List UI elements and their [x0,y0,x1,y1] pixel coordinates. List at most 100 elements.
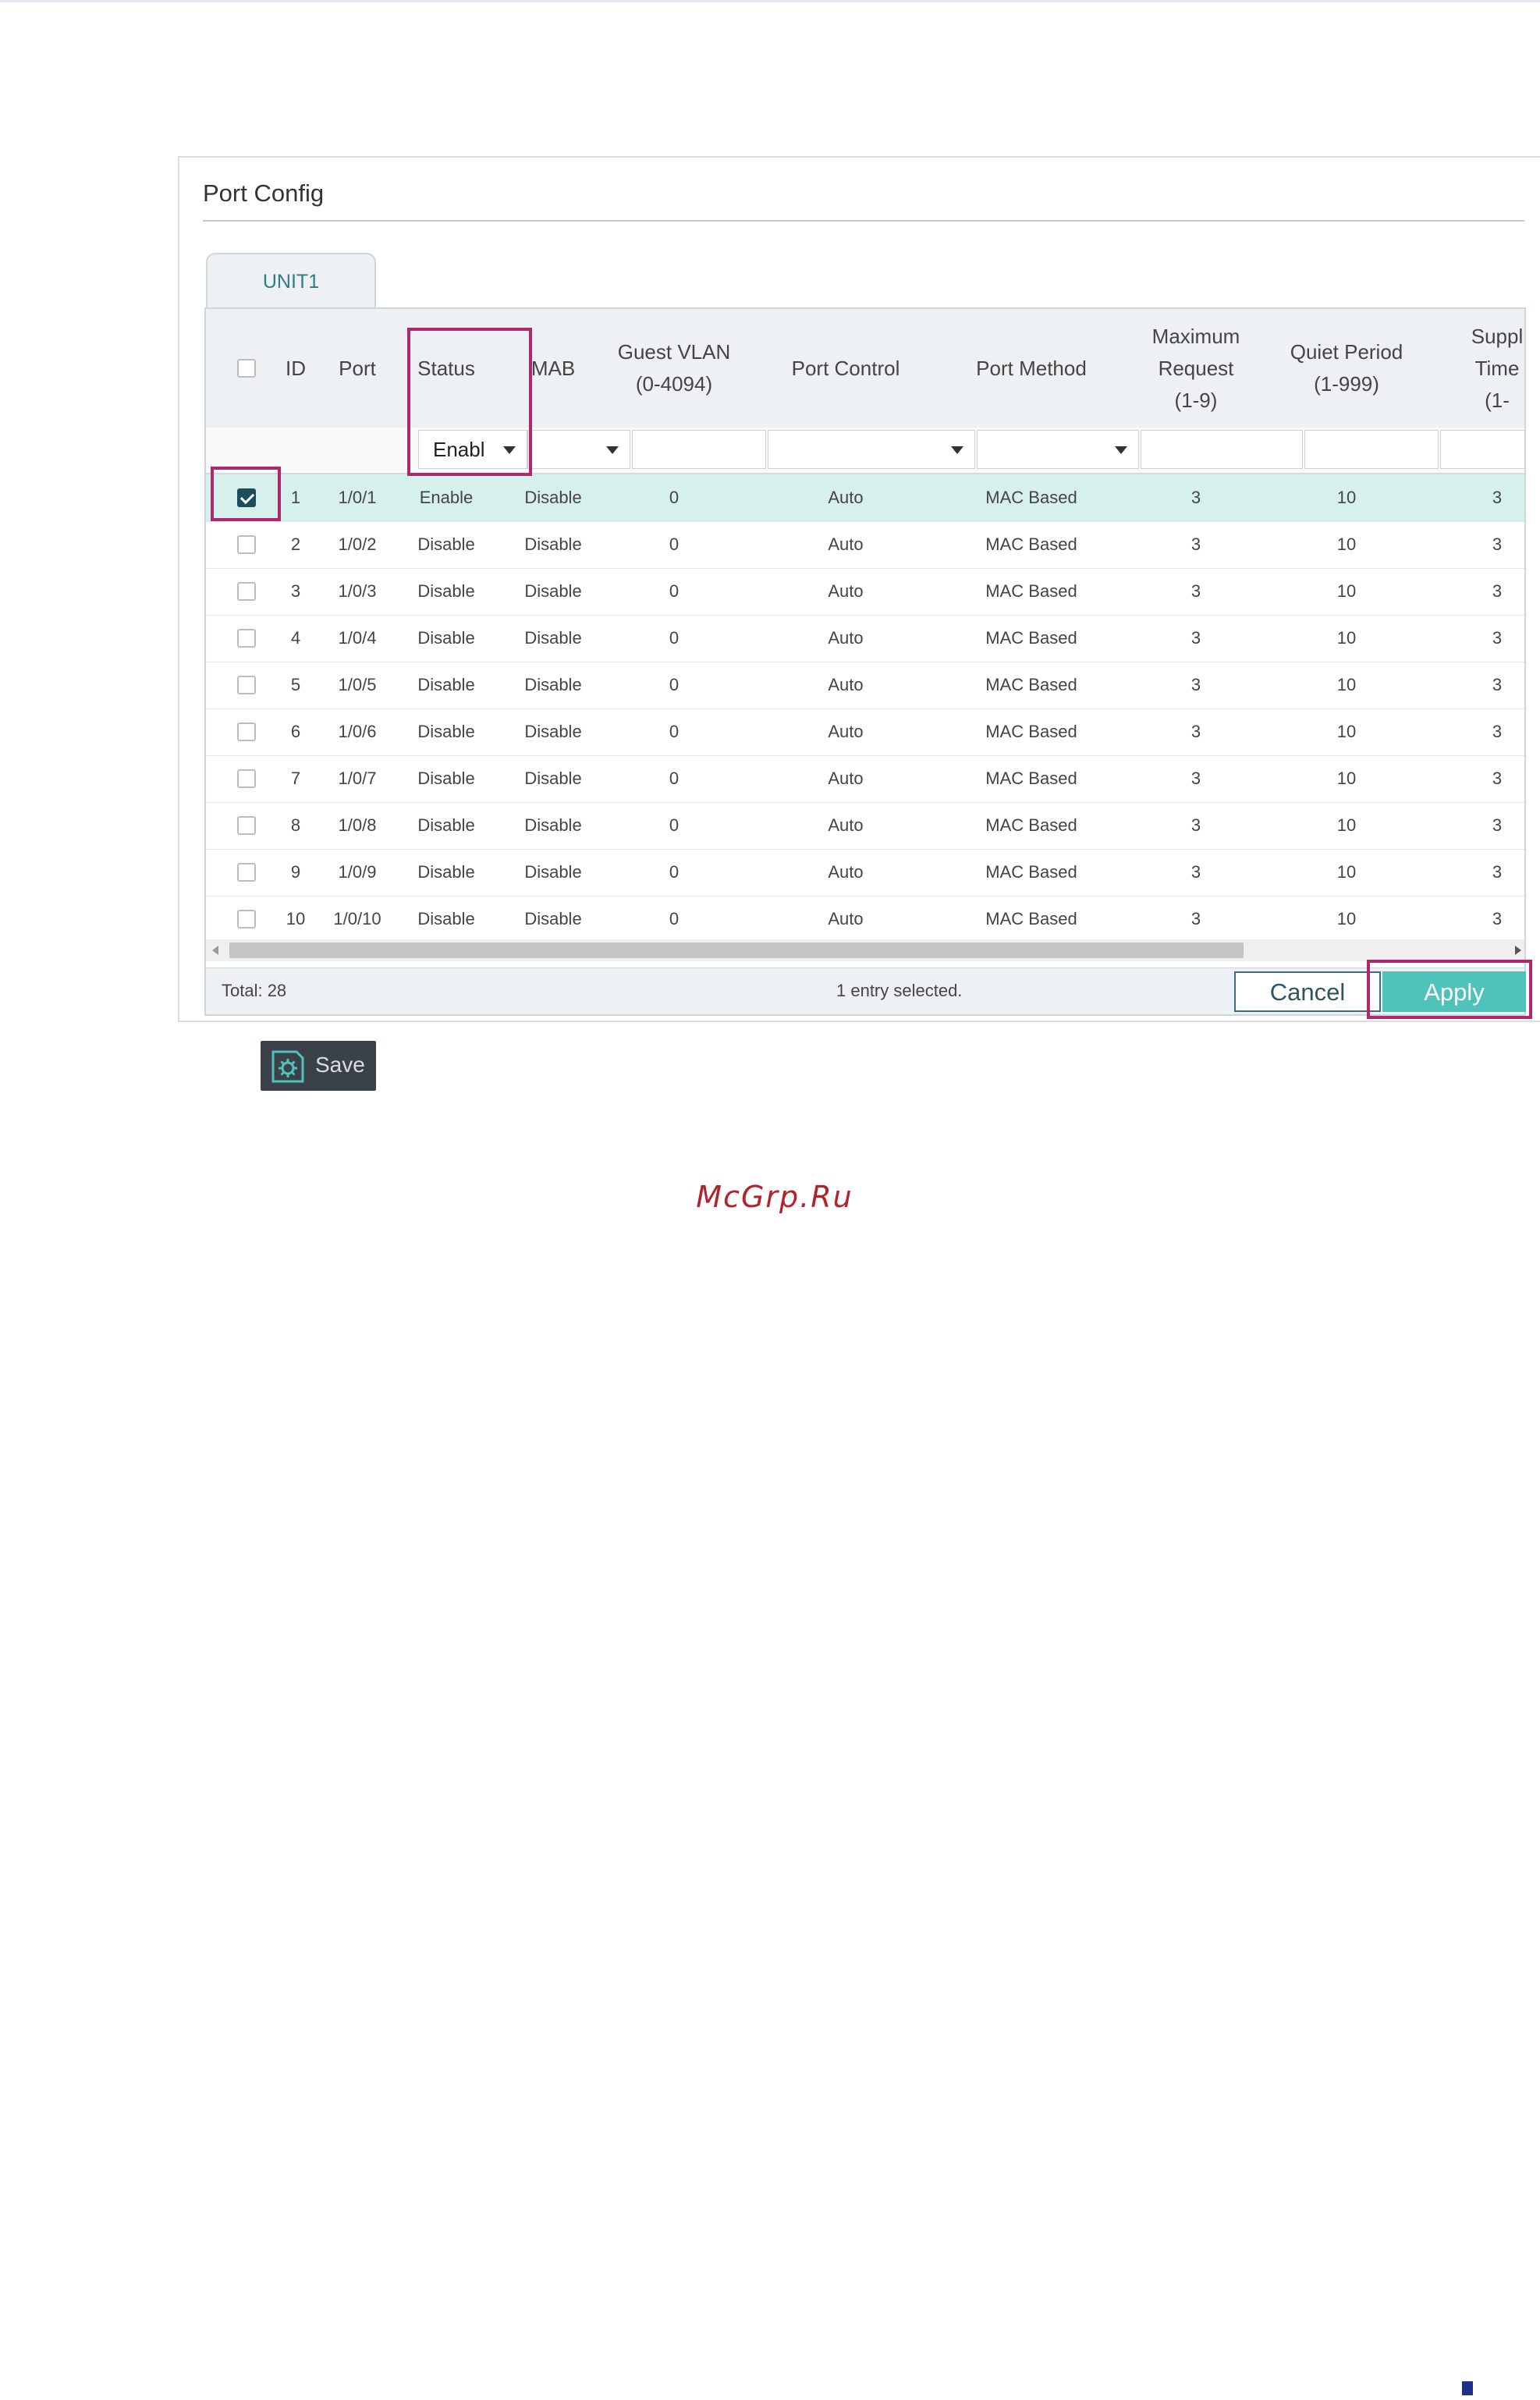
cell-port-control: Auto [828,675,864,694]
cell-supplicant-timeout: 3 [1492,815,1503,835]
cell-status: Disable [417,862,475,882]
row-checkbox[interactable] [237,676,256,694]
row-checkbox[interactable] [237,863,256,882]
horizontal-scrollbar[interactable] [206,939,1524,961]
save-button[interactable]: Save [261,1041,376,1091]
cell-id: 4 [290,628,301,648]
cell-port-method: MAC Based [985,534,1077,554]
col-port-control-header: Port Control [791,356,900,380]
scroll-left-icon[interactable] [212,946,218,955]
cell-mab: Disable [524,815,582,835]
cell-quiet-period: 10 [1336,628,1357,648]
cell-supplicant-timeout: 3 [1492,675,1503,694]
cell-max-request: 3 [1190,722,1201,741]
table-row[interactable]: 10 1/0/10 Disable Disable 0 Auto MAC Based 3 10 3 [206,896,1524,943]
cell-supplicant-timeout: 3 [1492,534,1503,554]
cancel-button[interactable]: Cancel [1234,971,1381,1012]
cell-port: 1/0/5 [338,675,377,694]
tab-unit1[interactable]: UNIT1 [206,253,376,309]
cell-port-control: Auto [828,488,864,507]
cell-max-request: 3 [1190,628,1201,648]
scroll-right-icon[interactable] [1515,946,1521,955]
max-request-filter-input[interactable] [1141,430,1303,469]
row-checkbox[interactable] [237,629,256,648]
cell-guest-vlan: 0 [669,862,680,882]
cell-mab: Disable [524,534,582,554]
supplicant-timeout-filter-input[interactable] [1440,430,1524,469]
quiet-period-filter-input[interactable] [1304,430,1439,469]
cell-supplicant-timeout: 3 [1492,722,1503,741]
cell-port-method: MAC Based [985,488,1077,507]
row-checkbox[interactable] [237,910,256,928]
status-column-highlight [407,328,532,476]
cell-max-request: 3 [1190,534,1201,554]
table-row[interactable]: 9 1/0/9 Disable Disable 0 Auto MAC Based 3 10 3 [206,849,1524,896]
cell-mab: Disable [524,722,582,741]
selection-status: 1 entry selected. [836,981,963,1000]
table-row[interactable]: 2 1/0/2 Disable Disable 0 Auto MAC Based 3 10 3 [206,521,1524,569]
cell-id: 2 [290,534,301,554]
chevron-down-icon [1115,446,1127,454]
cell-guest-vlan: 0 [669,769,680,788]
cell-port-control: Auto [828,534,864,554]
cell-port-method: MAC Based [985,862,1077,882]
cell-port-control: Auto [828,769,864,788]
cell-status: Disable [417,628,475,648]
cell-id: 7 [290,769,301,788]
cell-id: 8 [290,815,301,835]
table-footer: Total: 28 1 entry selected. Cancel Apply [204,967,1526,1016]
guest-vlan-filter-input[interactable] [632,430,766,469]
row-checkbox[interactable] [237,582,256,601]
cell-quiet-period: 10 [1336,581,1357,601]
cell-port: 1/0/4 [338,628,377,648]
cell-quiet-period: 10 [1336,722,1357,741]
cell-port-control: Auto [828,581,864,601]
cell-max-request: 3 [1190,862,1201,882]
row-checkbox[interactable] [237,769,256,788]
port-control-filter-select[interactable] [768,430,975,469]
cell-mab: Disable [524,581,582,601]
cell-port-method: MAC Based [985,581,1077,601]
table-row[interactable]: 8 1/0/8 Disable Disable 0 Auto MAC Based 3 10 3 [206,802,1524,850]
cell-quiet-period: 10 [1336,769,1357,788]
cell-id: 6 [290,722,301,741]
cell-port-control: Auto [828,815,864,835]
cell-status: Disable [417,909,475,928]
cell-guest-vlan: 0 [669,488,680,507]
cell-supplicant-timeout: 3 [1492,628,1503,648]
panel-divider [203,220,1524,222]
row1-checkbox-highlight [211,467,281,521]
port-method-filter-select[interactable] [977,430,1139,469]
mab-filter-select[interactable] [527,430,630,469]
table-row[interactable]: 7 1/0/7 Disable Disable 0 Auto MAC Based 3 10 3 [206,755,1524,803]
chevron-down-icon [606,446,619,454]
row-checkbox[interactable] [237,816,256,835]
cell-id: 9 [290,862,301,882]
save-label: Save [315,1053,365,1077]
cell-status: Disable [417,534,475,554]
table-row[interactable]: 3 1/0/3 Disable Disable 0 Auto MAC Based 3 10 3 [206,568,1524,616]
cell-status: Disable [417,722,475,741]
cell-quiet-period: 10 [1336,909,1357,928]
table-row[interactable]: 1 1/0/1 Enable Disable 0 Auto MAC Based 3 10 3 [206,474,1524,522]
cell-port-method: MAC Based [985,769,1077,788]
row-checkbox[interactable] [237,535,256,554]
cell-mab: Disable [524,769,582,788]
scroll-thumb[interactable] [229,943,1244,958]
cell-supplicant-timeout: 3 [1492,488,1503,507]
cell-max-request: 3 [1190,909,1201,928]
cell-mab: Disable [524,909,582,928]
cell-port-control: Auto [828,862,864,882]
table-row[interactable]: 5 1/0/5 Disable Disable 0 Auto MAC Based 3 10 3 [206,662,1524,709]
row-checkbox[interactable] [237,722,256,741]
cell-quiet-period: 10 [1336,534,1357,554]
select-all-checkbox[interactable] [237,359,256,378]
filter-row: Enabl [206,428,1524,474]
table-row[interactable]: 4 1/0/4 Disable Disable 0 Auto MAC Based 3 10 3 [206,615,1524,662]
cell-quiet-period: 10 [1336,488,1357,507]
table-row[interactable]: 6 1/0/6 Disable Disable 0 Auto MAC Based 3 10 3 [206,708,1524,756]
col-quiet-period-header: Quiet Period (1-999) [1290,340,1403,396]
cell-mab: Disable [524,675,582,694]
cell-supplicant-timeout: 3 [1492,769,1503,788]
corner-mark [1462,2381,1473,2395]
